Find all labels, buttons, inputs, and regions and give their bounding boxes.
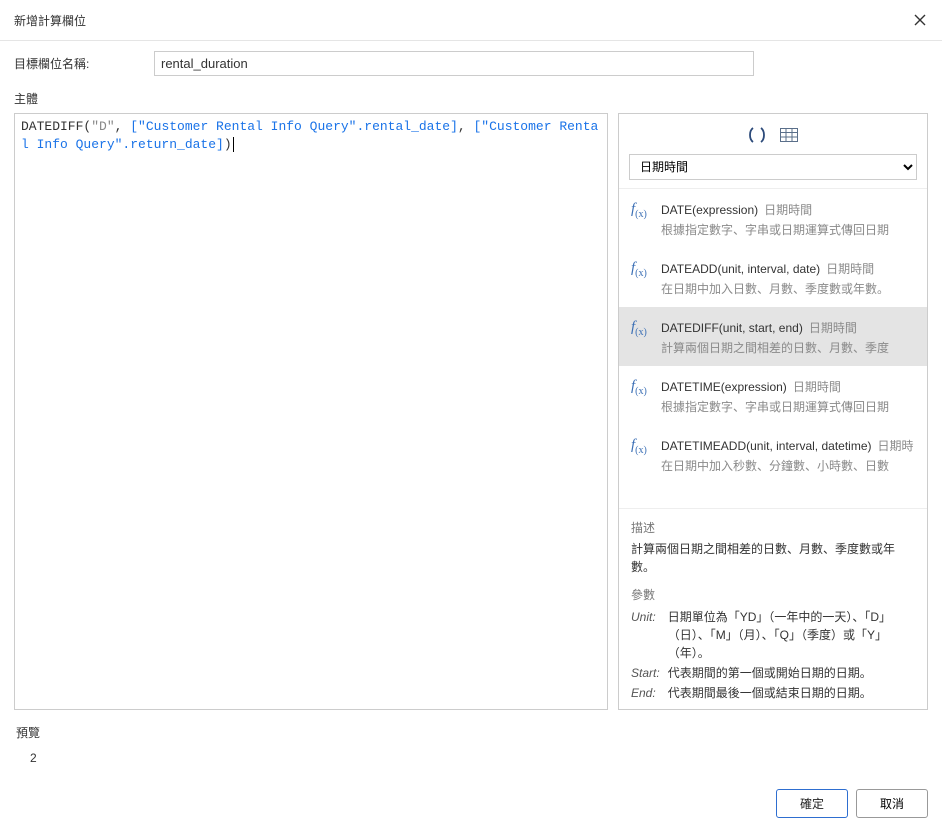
function-category: 日期時間 <box>809 321 857 335</box>
fx-icon: f(x) <box>631 319 653 356</box>
function-item[interactable]: f(x) DATEADD(unit, interval, date)日期時間在日期… <box>619 248 927 307</box>
param-name: Unit: <box>631 607 668 663</box>
titlebar: 新增計算欄位 <box>0 0 942 41</box>
function-item[interactable]: f(x) DATETIMEADD(unit, interval, datetime… <box>619 425 927 484</box>
function-signature: DATE(expression)日期時間 <box>661 201 917 218</box>
function-signature: DATETIME(expression)日期時間 <box>661 378 917 395</box>
target-field-input[interactable] <box>154 51 754 76</box>
detail-desc-heading: 描述 <box>631 519 915 536</box>
function-signature: DATEADD(unit, interval, date)日期時間 <box>661 260 917 277</box>
code-string: "D" <box>91 119 114 134</box>
detail-params-heading: 參數 <box>631 586 915 603</box>
detail-params-table: Unit:日期單位為「YD」（一年中的一天）、「D」（日）、「M」（月）、「Q」… <box>631 607 915 703</box>
param-row: End:代表期間最後一個或結束日期的日期。 <box>631 683 915 703</box>
param-name: Start: <box>631 663 668 683</box>
function-list[interactable]: f(x) DATE(expression)日期時間根據指定數字、字串或日期運算式傳… <box>619 188 927 509</box>
preview-section: 預覽 2 <box>14 710 928 779</box>
fx-icon: f(x) <box>631 378 653 415</box>
function-item[interactable]: f(x) DATE(expression)日期時間根據指定數字、字串或日期運算式傳… <box>619 189 927 248</box>
code-func: DATEDIFF( <box>21 119 91 134</box>
function-short-desc: 計算兩個日期之間相差的日數、月數、季度 <box>661 339 917 356</box>
dialog-footer: 確定 取消 <box>0 779 942 832</box>
fx-icon: f(x) <box>631 437 653 474</box>
target-field-label: 目標欄位名稱: <box>14 55 154 72</box>
param-name: End: <box>631 683 668 703</box>
fx-icon: f(x) <box>631 201 653 238</box>
ok-button[interactable]: 確定 <box>776 789 848 818</box>
cancel-button[interactable]: 取消 <box>856 789 928 818</box>
function-short-desc: 在日期中加入秒數、分鐘數、小時數、日數 <box>661 457 917 474</box>
function-short-desc: 根據指定數字、字串或日期運算式傳回日期 <box>661 398 917 415</box>
function-item[interactable]: f(x) DATETIME(expression)日期時間根據指定數字、字串或日期… <box>619 366 927 425</box>
function-category: 日期時間 <box>764 203 812 217</box>
parentheses-icon <box>747 127 767 143</box>
preview-label: 預覽 <box>16 724 928 741</box>
expression-editor[interactable]: DATEDIFF("D", ["Customer Rental Info Que… <box>14 113 608 710</box>
category-select[interactable]: 日期時間 <box>629 154 917 180</box>
param-row: Unit:日期單位為「YD」（一年中的一天）、「D」（日）、「M」（月）、「Q」… <box>631 607 915 663</box>
side-panel: 日期時間 f(x) DATE(expression)日期時間根據指定數字、字串或日… <box>618 113 928 710</box>
function-short-desc: 根據指定數字、字串或日期運算式傳回日期 <box>661 221 917 238</box>
functions-tab[interactable] <box>746 124 768 146</box>
fields-tab[interactable] <box>778 124 800 146</box>
fx-icon: f(x) <box>631 260 653 297</box>
preview-value: 2 <box>16 751 928 765</box>
param-text: 代表期間最後一個或結束日期的日期。 <box>668 683 915 703</box>
function-category: 日期時 <box>878 439 914 453</box>
param-row: Start:代表期間的第一個或開始日期的日期。 <box>631 663 915 683</box>
window-title: 新增計算欄位 <box>14 12 86 29</box>
code-field-ref: ["Customer Rental Info Query".rental_dat… <box>130 119 458 134</box>
function-category: 日期時間 <box>793 380 841 394</box>
detail-desc-text: 計算兩個日期之間相差的日數、月數、季度數或年數。 <box>631 540 915 576</box>
target-field-row: 目標欄位名稱: <box>14 51 928 76</box>
close-button[interactable] <box>908 8 932 32</box>
function-item[interactable]: f(x) DATEDIFF(unit, start, end)日期時間計算兩個日期… <box>619 307 927 366</box>
param-text: 代表期間的第一個或開始日期的日期。 <box>668 663 915 683</box>
close-icon <box>914 14 926 26</box>
function-detail: 描述 計算兩個日期之間相差的日數、月數、季度數或年數。 參數 Unit:日期單位… <box>619 509 927 709</box>
param-text: 日期單位為「YD」（一年中的一天）、「D」（日）、「M」（月）、「Q」（季度）或… <box>668 607 915 663</box>
function-short-desc: 在日期中加入日數、月數、季度數或年數。 <box>661 280 917 297</box>
function-category: 日期時間 <box>826 262 874 276</box>
function-signature: DATETIMEADD(unit, interval, datetime)日期時 <box>661 437 917 454</box>
function-signature: DATEDIFF(unit, start, end)日期時間 <box>661 319 917 336</box>
body-label: 主體 <box>14 90 928 107</box>
grid-icon <box>780 128 798 142</box>
